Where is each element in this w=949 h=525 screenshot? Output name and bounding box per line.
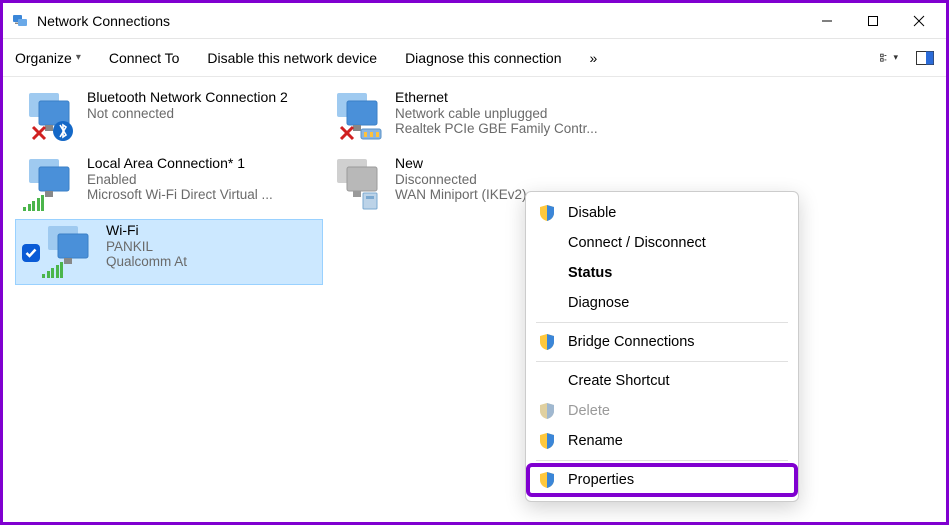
- ctx-delete: Delete: [528, 396, 796, 426]
- signal-icon: [42, 262, 63, 278]
- diagnose-button[interactable]: Diagnose this connection: [405, 50, 561, 66]
- shield-icon: [538, 333, 556, 351]
- toolbar: Organize ▾ Connect To Disable this netwo…: [3, 39, 946, 77]
- window-title: Network Connections: [37, 13, 804, 29]
- ctx-disable[interactable]: Disable: [528, 198, 796, 228]
- view-options-button[interactable]: ▾: [880, 49, 898, 67]
- adapter-name: Ethernet: [395, 89, 627, 106]
- organize-label: Organize: [15, 50, 72, 66]
- adapter-device: Microsoft Wi-Fi Direct Virtual ...: [87, 187, 319, 202]
- separator: [536, 460, 788, 461]
- shield-icon: [538, 204, 556, 222]
- ctx-properties[interactable]: Properties: [528, 465, 796, 495]
- ctx-bridge[interactable]: Bridge Connections: [528, 327, 796, 357]
- adapter-status: Enabled: [87, 172, 319, 187]
- adapter-status: Network cable unplugged: [395, 106, 627, 121]
- adapter-name: Bluetooth Network Connection 2: [87, 89, 319, 106]
- adapter-icon: [23, 155, 81, 213]
- minimize-button[interactable]: [804, 5, 850, 37]
- adapter-device: Qualcomm At: [106, 254, 318, 269]
- separator: [536, 361, 788, 362]
- shield-icon: [538, 432, 556, 450]
- shield-icon: [538, 402, 556, 420]
- adapter-list: Bluetooth Network Connection 2 Not conne…: [3, 77, 946, 522]
- organize-menu[interactable]: Organize ▾: [15, 50, 81, 66]
- network-connections-icon: [11, 12, 29, 30]
- adapter-ethernet[interactable]: Ethernet Network cable unplugged Realtek…: [323, 87, 631, 153]
- preview-pane-button[interactable]: [916, 49, 934, 67]
- adapter-name: Wi-Fi: [106, 222, 318, 239]
- shield-icon: [538, 471, 556, 489]
- toolbar-overflow[interactable]: »: [590, 50, 598, 66]
- window-controls: [804, 5, 942, 37]
- connect-to-button[interactable]: Connect To: [109, 50, 180, 66]
- maximize-button[interactable]: [850, 5, 896, 37]
- ctx-connect-disconnect[interactable]: Connect / Disconnect: [528, 228, 796, 258]
- network-connections-window: Network Connections Organize ▾ Connect T…: [0, 0, 949, 525]
- adapter-name: Local Area Connection* 1: [87, 155, 319, 172]
- selection-checkmark-icon: [22, 244, 40, 262]
- adapter-device: Realtek PCIe GBE Family Contr...: [395, 121, 627, 136]
- separator: [536, 322, 788, 323]
- context-menu: Disable Connect / Disconnect Status Diag…: [525, 191, 799, 502]
- adapter-name: New: [395, 155, 627, 172]
- disable-device-button[interactable]: Disable this network device: [207, 50, 377, 66]
- adapter-wifi[interactable]: Wi-Fi PANKIL Qualcomm At: [15, 219, 323, 285]
- signal-icon: [23, 195, 44, 211]
- ctx-diagnose[interactable]: Diagnose: [528, 288, 796, 318]
- adapter-local-area[interactable]: Local Area Connection* 1 Enabled Microso…: [15, 153, 323, 219]
- chevron-down-icon: ▾: [893, 52, 898, 63]
- adapter-icon: [42, 222, 100, 280]
- adapter-icon: [23, 89, 81, 147]
- adapter-status: Not connected: [87, 106, 319, 121]
- close-button[interactable]: [896, 5, 942, 37]
- adapter-status: PANKIL: [106, 239, 318, 254]
- adapter-icon: [331, 89, 389, 147]
- ctx-rename[interactable]: Rename: [528, 426, 796, 456]
- ctx-status[interactable]: Status: [528, 258, 796, 288]
- adapter-bluetooth[interactable]: Bluetooth Network Connection 2 Not conne…: [15, 87, 323, 153]
- chevron-down-icon: ▾: [76, 52, 81, 63]
- titlebar: Network Connections: [3, 3, 946, 39]
- adapter-icon: [331, 155, 389, 213]
- ctx-create-shortcut[interactable]: Create Shortcut: [528, 366, 796, 396]
- adapter-status: Disconnected: [395, 172, 627, 187]
